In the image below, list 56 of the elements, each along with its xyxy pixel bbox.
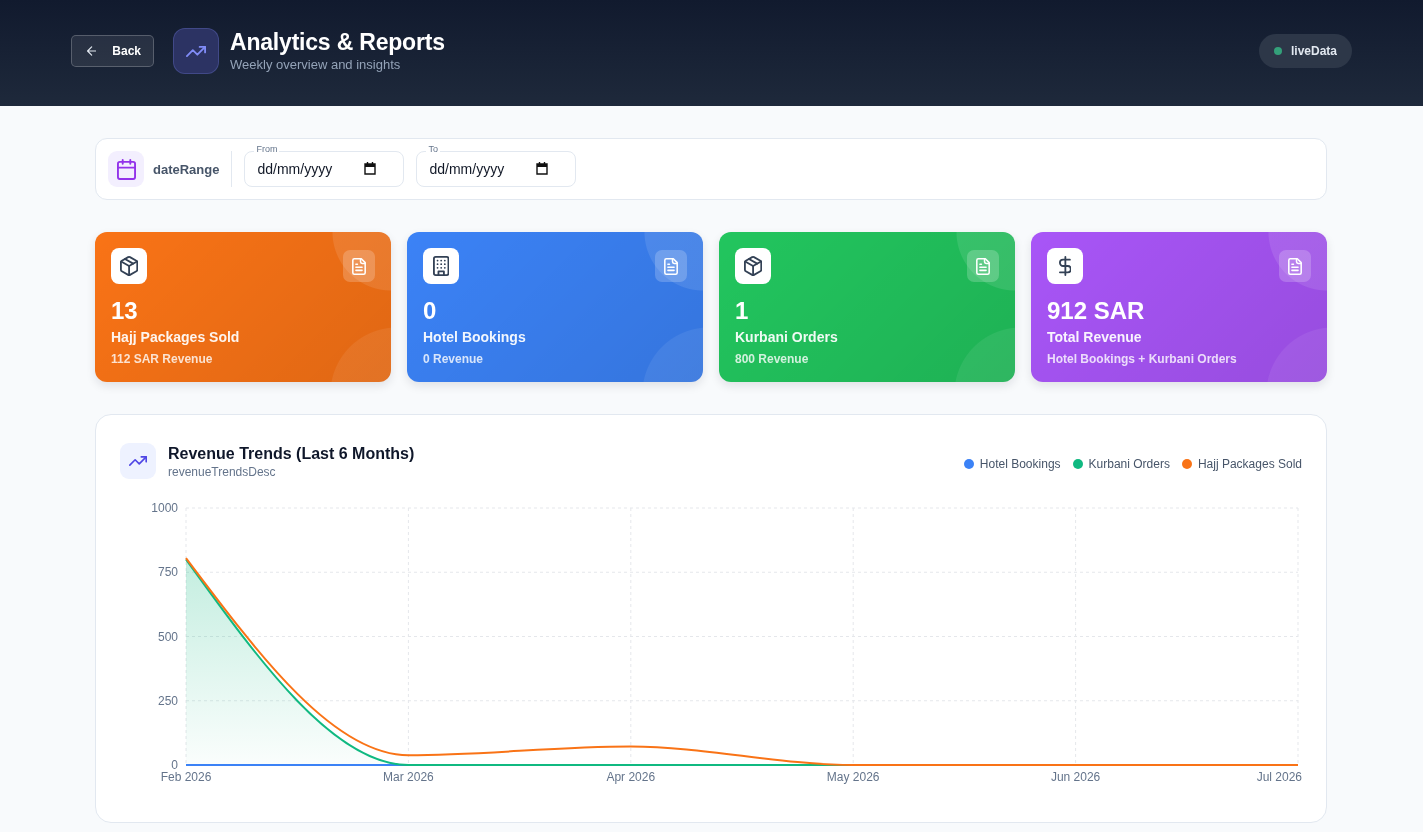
x-axis-label: May 2026: [826, 770, 880, 784]
x-axis-label: Mar 2026: [383, 770, 434, 784]
page-subtitle: Weekly overview and insights: [230, 57, 402, 72]
y-axis-label: 500: [157, 629, 178, 644]
document-icon: [976, 257, 990, 275]
x-axis-label: Jul 2026: [1256, 770, 1302, 784]
calendar-icon[interactable]: [536, 162, 549, 175]
trend-up-icon: [120, 443, 156, 479]
legend-label: Hotel Bookings: [979, 456, 1061, 471]
stat-value: 912 SAR: [1047, 297, 1146, 325]
stat-label: Hotel Bookings: [423, 328, 527, 346]
package-icon: [743, 256, 763, 276]
y-axis-label: 750: [157, 565, 178, 580]
building-icon: [432, 256, 450, 276]
stat-detail: 0 Revenue: [423, 352, 485, 367]
date-input-field[interactable]: dd/mm/yyyy: [244, 151, 405, 187]
report-button[interactable]: [967, 250, 999, 282]
date-range-label: dateRange: [153, 161, 220, 177]
legend-label: Hajj Packages Sold: [1197, 456, 1302, 471]
field-label: To: [426, 144, 440, 155]
status-label: liveData: [1290, 44, 1337, 58]
back-button[interactable]: Back: [71, 35, 154, 67]
stat-value: 0: [423, 297, 438, 325]
page-title: Analytics & Reports: [230, 28, 445, 56]
calendar-icon[interactable]: [364, 162, 377, 175]
stat-detail: 800 Revenue: [735, 352, 810, 367]
status-dot-icon: [1273, 47, 1282, 55]
back-arrow-icon: [87, 45, 97, 57]
stat-value: 1: [735, 297, 750, 325]
report-button[interactable]: [343, 250, 375, 282]
x-axis-label: Feb 2026: [160, 770, 212, 784]
document-icon: [664, 257, 678, 275]
document-icon: [1288, 257, 1302, 275]
chart-title: Revenue Trends (Last 6 Months): [168, 443, 415, 464]
stat-label: Total Revenue: [1047, 328, 1143, 346]
stat-detail: 112 SAR Revenue: [111, 352, 214, 367]
calendar-icon: [108, 151, 144, 187]
report-button[interactable]: [1279, 250, 1311, 282]
stat-label: Kurbani Orders: [735, 328, 839, 346]
field-label: From: [254, 144, 280, 155]
x-axis-label: Jun 2026: [1050, 770, 1101, 784]
y-axis-label: 1000: [151, 501, 178, 515]
package-icon: [119, 256, 139, 276]
y-axis-label: 250: [157, 693, 178, 708]
stat-value: 13: [111, 297, 139, 325]
date-input-field[interactable]: dd/mm/yyyy: [416, 151, 577, 187]
document-icon: [352, 257, 366, 275]
stat-detail: Hotel Bookings + Kurbani Orders: [1047, 352, 1238, 367]
dollar-icon: [1058, 256, 1072, 276]
stat-label: Hajj Packages Sold: [111, 328, 241, 346]
report-button[interactable]: [655, 250, 687, 282]
trend-up-icon: [173, 28, 219, 74]
chart-subtitle: revenueTrendsDesc: [168, 464, 277, 479]
x-axis-label: Apr 2026: [606, 770, 656, 784]
legend-label: Kurbani Orders: [1088, 456, 1170, 471]
y-axis-label: 0: [171, 758, 178, 772]
